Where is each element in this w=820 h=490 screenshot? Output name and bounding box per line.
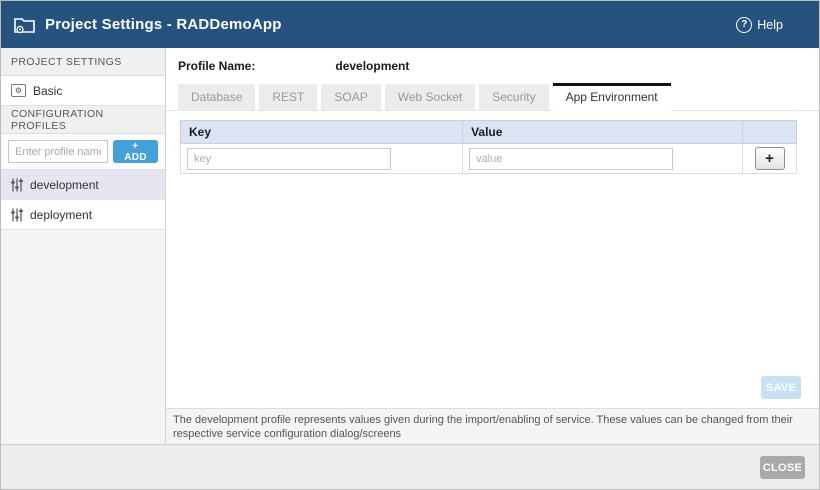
tab-database[interactable]: Database — [178, 84, 255, 110]
tab-web-socket[interactable]: Web Socket — [385, 84, 475, 110]
column-header-value: Value — [463, 121, 743, 144]
profile-name-input[interactable] — [8, 140, 108, 163]
table-row: + — [181, 144, 797, 174]
tab-bar: Database REST SOAP Web Socket Security A… — [166, 83, 819, 111]
value-cell — [463, 144, 743, 174]
sliders-icon — [11, 178, 23, 192]
key-input[interactable] — [187, 148, 391, 170]
tab-security[interactable]: Security — [479, 84, 548, 110]
project-settings-dialog: Project Settings - RADDemoApp ? Help PRO… — [0, 0, 820, 490]
main-content: Profile Name: development Database REST … — [166, 48, 819, 444]
sidebar-item-deployment[interactable]: deployment — [1, 200, 165, 230]
section-header-configuration-profiles: CONFIGURATION PROFILES — [1, 106, 165, 134]
value-input[interactable] — [469, 148, 673, 170]
sidebar-item-label: deployment — [30, 208, 92, 222]
sidebar-item-basic[interactable]: ⚙ Basic — [1, 76, 165, 106]
tab-soap[interactable]: SOAP — [321, 84, 380, 110]
save-button[interactable]: SAVE — [761, 376, 801, 399]
sidebar-item-label: development — [30, 178, 99, 192]
column-header-key: Key — [181, 121, 463, 144]
project-settings-icon — [13, 15, 37, 35]
app-environment-panel: Key Value — [166, 111, 819, 409]
key-value-table: Key Value — [180, 120, 797, 174]
sidebar-item-label: Basic — [33, 84, 62, 98]
add-row-button[interactable]: + — [755, 147, 785, 170]
profile-name-label: Profile Name: — [178, 59, 255, 73]
add-profile-button[interactable]: + ADD — [113, 140, 158, 163]
close-button[interactable]: CLOSE — [760, 456, 805, 479]
profile-name-row: Profile Name: development — [166, 48, 819, 83]
sidebar: PROJECT SETTINGS ⚙ Basic CONFIGURATION P… — [1, 48, 166, 444]
tab-rest[interactable]: REST — [259, 84, 317, 110]
key-cell — [181, 144, 463, 174]
sliders-icon — [11, 208, 23, 222]
column-header-action — [743, 121, 797, 144]
profile-note: The development profile represents value… — [166, 409, 819, 444]
profile-name-value: development — [335, 59, 409, 73]
help-icon: ? — [736, 17, 752, 33]
section-header-project-settings: PROJECT SETTINGS — [1, 48, 165, 76]
help-label: Help — [757, 18, 783, 32]
window-title: Project Settings - RADDemoApp — [45, 16, 282, 33]
action-cell: + — [743, 144, 797, 174]
titlebar: Project Settings - RADDemoApp ? Help — [1, 1, 819, 48]
dialog-footer: CLOSE — [1, 444, 819, 490]
basic-settings-icon: ⚙ — [11, 84, 26, 97]
tab-app-environment[interactable]: App Environment — [553, 83, 671, 111]
sidebar-item-development[interactable]: development — [1, 170, 165, 200]
help-button[interactable]: ? Help — [736, 17, 783, 33]
add-profile-row: + ADD — [1, 134, 165, 170]
